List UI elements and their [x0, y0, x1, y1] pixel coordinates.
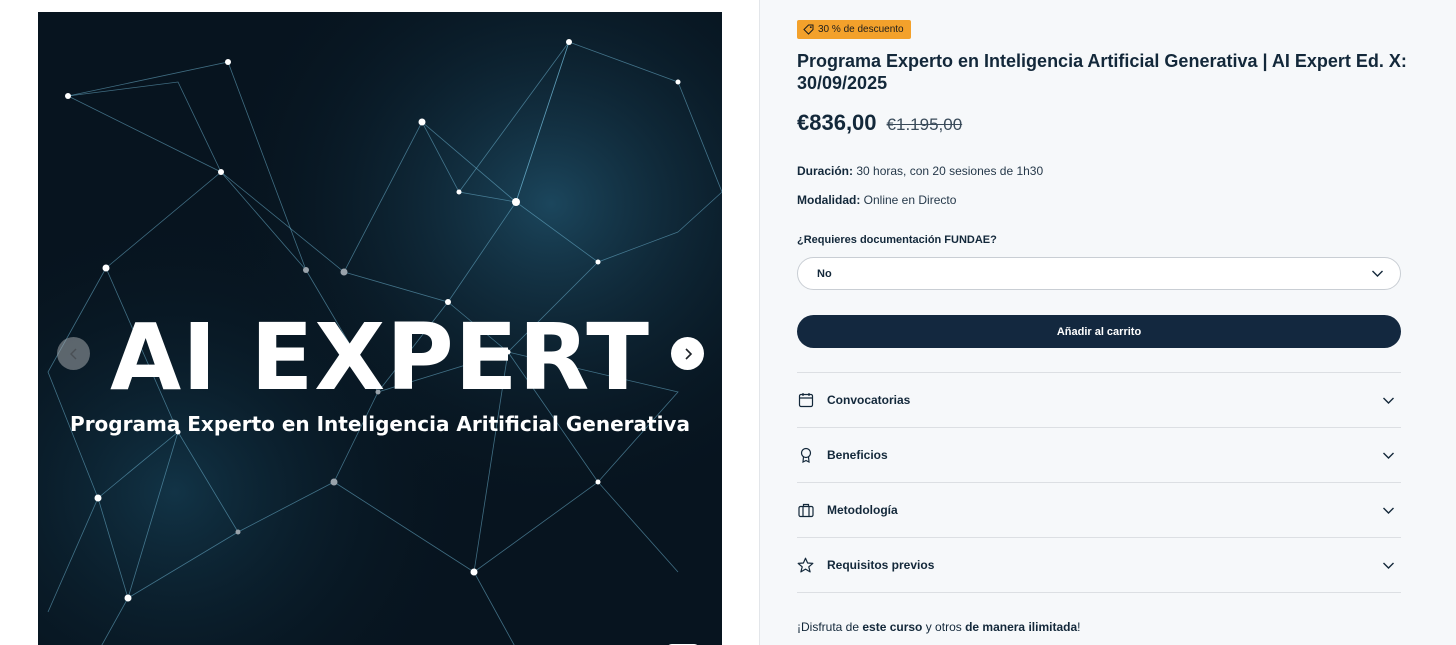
carousel-next-button[interactable] [671, 337, 704, 370]
accordion-item-metodologia[interactable]: Metodología [797, 483, 1401, 538]
accordion-label: Beneficios [827, 448, 888, 462]
chevron-down-icon [1380, 557, 1397, 574]
promo-text-part: y otros [922, 620, 966, 634]
chevron-down-icon [1380, 447, 1397, 464]
current-price: €836,00 [797, 110, 877, 135]
duration-info: Duración: 30 horas, con 20 sesiones de 1… [797, 164, 1043, 178]
accordion-label: Metodología [827, 503, 898, 517]
mode-value: Online en Directo [860, 193, 957, 207]
mode-info: Modalidad: Online en Directo [797, 193, 956, 207]
accordion-label: Requisitos previos [827, 558, 935, 572]
chevron-left-icon [65, 345, 82, 362]
promo-text-part: ! [1077, 620, 1081, 634]
award-icon [797, 447, 814, 464]
add-to-cart-button[interactable]: Añadir al carrito [797, 315, 1401, 348]
hero-title: AI EXPERT [110, 304, 650, 411]
accordion-label: Convocatorias [827, 393, 911, 407]
chevron-right-icon [679, 345, 696, 362]
duration-value: 30 horas, con 20 sesiones de 1h30 [853, 164, 1044, 178]
promo-text-bold: de manera ilimitada [965, 620, 1078, 634]
product-image-carousel[interactable]: AI EXPERT Programa Experto en Inteligenc… [38, 12, 722, 645]
product-accordion: Convocatorias Beneficios Metodología Req… [797, 372, 1401, 593]
accordion-item-convocatorias[interactable]: Convocatorias [797, 373, 1401, 428]
briefcase-icon [797, 502, 814, 519]
chevron-down-icon [1369, 265, 1386, 282]
mode-label: Modalidad: [797, 193, 861, 207]
product-gallery-column: AI EXPERT Programa Experto en Inteligenc… [0, 0, 760, 645]
subscription-promo-text: ¡Disfruta de este curso y otros de maner… [797, 620, 1080, 634]
carousel-prev-button[interactable] [57, 337, 90, 370]
discount-badge-label: 30 % de descuento [818, 24, 904, 35]
fundae-question-label: ¿Requieres documentación FUNDAE? [797, 234, 997, 246]
discount-badge: 30 % de descuento [797, 20, 911, 39]
product-title: Programa Experto en Inteligencia Artific… [797, 51, 1407, 93]
calendar-icon [797, 392, 814, 409]
price-row: €836,00 €1.195,00 [797, 110, 962, 136]
promo-text-bold: este curso [862, 620, 923, 634]
original-price: €1.195,00 [886, 115, 963, 134]
chevron-down-icon [1380, 392, 1397, 409]
accordion-item-beneficios[interactable]: Beneficios [797, 428, 1401, 483]
star-icon [797, 557, 814, 574]
chevron-down-icon [1380, 502, 1397, 519]
promo-text-part: ¡Disfruta de [797, 620, 863, 634]
fundae-select[interactable]: No [797, 257, 1401, 290]
hero-subtitle: Programa Experto en Inteligencia Aritifi… [70, 412, 690, 436]
fundae-selected-value: No [817, 267, 832, 280]
tag-icon [803, 24, 814, 35]
accordion-item-requisitos[interactable]: Requisitos previos [797, 538, 1401, 593]
duration-label: Duración: [797, 164, 854, 178]
